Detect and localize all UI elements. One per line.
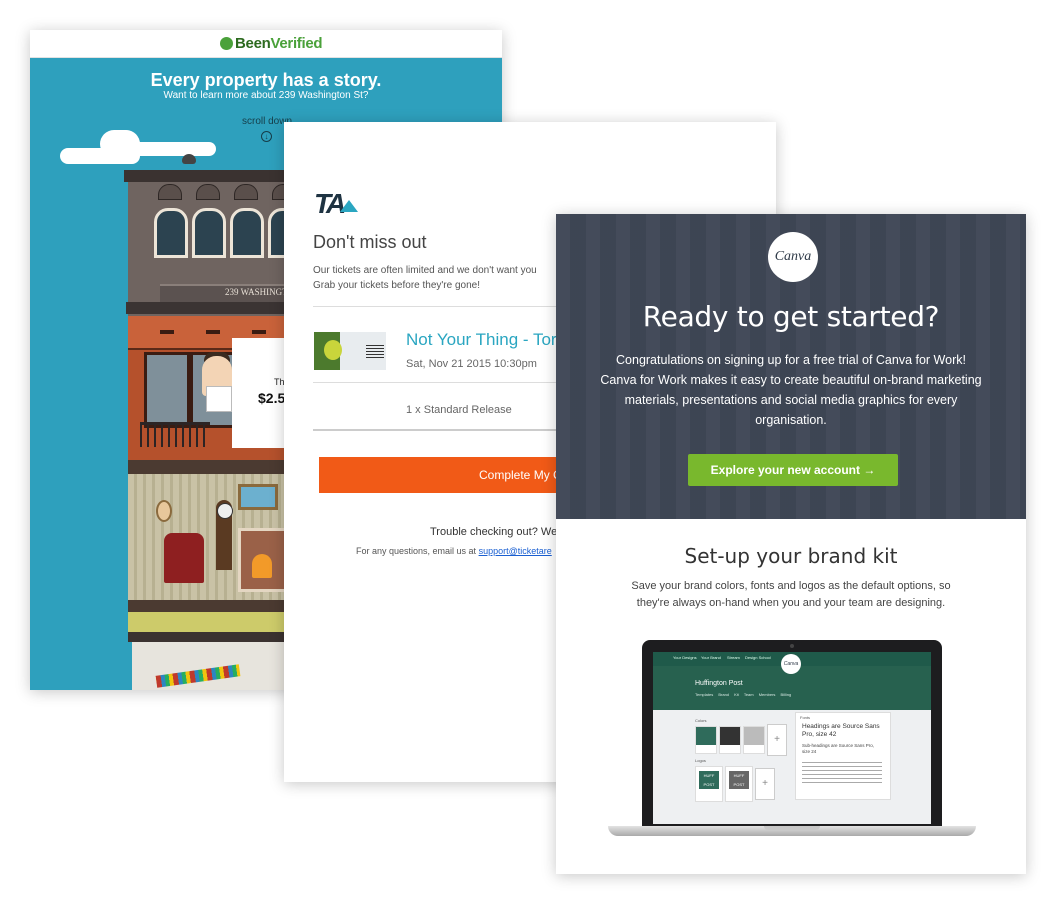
section-body: Save your brand colors, fonts and logos … [631,580,951,609]
thumbnail-graphic [324,340,342,360]
divider [313,306,563,307]
hero-title: Ready to get started? [642,300,940,333]
swatch-color [744,727,764,745]
help-text: For any questions, email us at support@t… [356,546,552,556]
landscape-painting [238,484,278,510]
hero-section: Canva Ready to get started? Congratulati… [556,214,1026,519]
screen-colors-label: Colors [695,718,707,723]
beenverified-title: Every property has a story. [150,70,382,90]
swatch-color [696,727,716,745]
section-title: Set-up your brand kit [684,544,898,568]
logo-accent-icon [340,200,358,212]
event-thumbnail[interactable] [314,332,386,370]
ticketarena-logo[interactable]: TA [314,188,346,220]
beenverified-subtitle: Want to learn more about 239 Washington … [163,90,369,101]
swatch-color [720,727,740,745]
window [144,352,190,428]
explore-account-button[interactable]: Explore your new account → [688,454,898,486]
canva-logo[interactable]: Canva [768,232,818,282]
screen-nav-item: Design School [745,655,771,660]
screen-logos-label: Logos [695,758,706,763]
logo-text-prefix: Been [235,35,271,52]
logo-tile-text: HUFF POST [729,771,749,789]
complete-order-button[interactable]: Complete My C [319,457,559,493]
color-swatch [743,726,765,754]
divider [313,429,563,431]
price-label: Th [274,377,285,387]
logo-text-suffix: Verified [270,35,323,52]
laptop-screen: Your Designs Your Brand Stream Design Sc… [653,652,931,824]
screen-nav-item: Your Designs [673,655,697,660]
email-heading: Don't miss out [313,232,427,252]
logo-tile-text: HUFF POST [699,771,719,789]
color-swatch [719,726,741,754]
person-illustration [206,386,232,412]
logo-tile: HUFF POST [725,766,753,802]
trouble-heading: Trouble checking out? We [430,526,558,538]
add-logo-icon: + [755,768,775,800]
ornament [196,184,220,200]
canva-email-card: Canva Ready to get started? Congratulati… [556,214,1026,874]
arched-window [192,208,226,258]
clock-icon [217,503,233,519]
arrow-down-circle-icon[interactable]: ↓ [261,131,272,142]
arched-window [230,208,264,258]
color-swatch [695,726,717,754]
arched-window [154,208,188,258]
bird-illustration [182,154,196,164]
ornament [158,184,182,200]
add-color-icon: + [767,724,787,756]
vent [252,330,266,334]
cloud-illustration [126,142,216,156]
help-prefix: For any questions, email us at [356,546,477,556]
ticket-quantity: 1 x Standard Release [406,404,512,416]
thumbnail-text [366,344,384,358]
price-value: $2.5 [258,390,286,406]
beenverified-logo-icon [220,37,233,50]
vent [160,330,174,334]
event-date: Sat, Nov 21 2015 10:30pm [406,358,537,370]
screen-canva-logo: Canva [781,654,801,674]
screen-nav-item: Stream [727,655,740,660]
screen-tabs: Templates Brand Kit Team Members Billing [695,692,792,697]
laptop-camera [790,644,794,648]
laptop-notch [764,826,820,830]
vent [206,330,220,334]
logo-tile: HUFF POST [695,766,723,802]
divider [313,382,563,383]
fire-icon [252,554,272,578]
screen-nav-item: Your Brand [701,655,721,660]
building-sign: 239 WASHINGT [225,287,288,297]
balcony-railing [140,422,210,447]
screen-fonts-box: Fonts Headings are Source Sans Pro, size… [795,712,891,800]
armchair [164,533,204,583]
screen-font-body [802,761,882,783]
ornament [234,184,258,200]
hero-body: Congratulations on signing up for a free… [600,353,982,427]
beenverified-logo[interactable]: BeenVerified [220,35,323,52]
support-email-link[interactable]: support@ticketare [479,546,552,556]
event-title-link[interactable]: Not Your Thing - Tor [406,330,557,350]
email-body-text: Our tickets are often limited and we don… [313,265,537,291]
screen-font-subheading: Sub-headings are Source Sans Pro, size 2… [802,743,875,754]
portrait-frame [156,500,172,522]
screen-font-heading: Headings are Source Sans Pro, size 42 [802,723,880,738]
screen-brand-name: Huffington Post [695,680,743,687]
beenverified-header: BeenVerified [30,30,502,58]
screen-fonts-label: Fonts [800,715,811,720]
